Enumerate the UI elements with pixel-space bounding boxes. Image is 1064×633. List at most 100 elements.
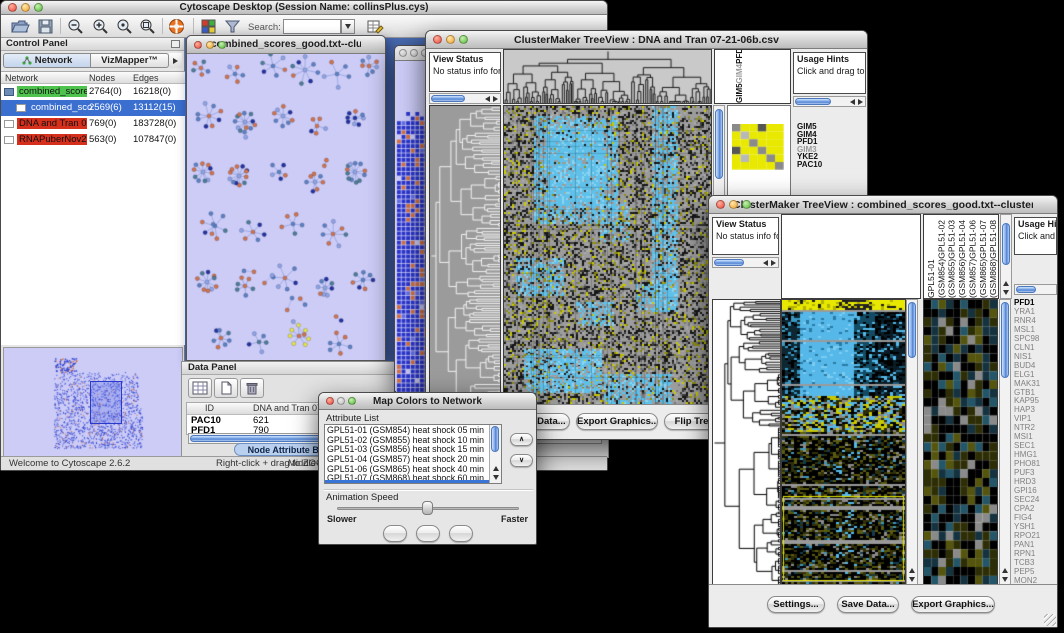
tab-network[interactable]: Network [3,53,91,68]
scroll-down-icon[interactable] [1002,577,1008,582]
close-button[interactable] [433,35,442,44]
zoom-heatmap[interactable] [923,299,998,586]
zoom-window-button[interactable] [742,200,751,209]
save-data-button[interactable]: Save Data... [837,596,899,613]
minimize-button[interactable] [446,35,455,44]
usage-hints-hscrollbar[interactable] [793,96,866,107]
minimize-button[interactable] [21,3,30,12]
overview-viewport-rectangle[interactable] [90,381,122,424]
open-folder-icon[interactable] [10,17,30,36]
scroll-left-icon[interactable] [850,99,855,105]
scroll-right-icon[interactable] [493,96,498,102]
minimize-button[interactable] [410,49,418,57]
dialog-button[interactable] [449,525,473,542]
network-graph-canvas[interactable] [187,54,385,360]
scroll-left-icon[interactable] [485,96,490,102]
export-graphics-button[interactable]: Export Graphics... [911,596,995,613]
import-table-icon[interactable] [365,17,385,36]
dialog-button[interactable] [383,525,407,542]
column-labels-vscrollbar[interactable] [1000,214,1012,299]
main-titlebar[interactable]: Cytoscape Desktop (Session Name: collins… [1,1,607,15]
attribute-list-item[interactable]: GPL51-02 (GSM855) heat shock 10 min [327,436,488,446]
global-heatmap[interactable] [781,299,906,586]
zoom-out-icon[interactable] [66,17,86,36]
treeview-combined-titlebar[interactable]: ClusterMaker TreeView : combined_scores_… [709,196,1057,214]
network-list-row[interactable]: DNA and Tran 07 769(0) 183728(0) [1,116,185,132]
network-view-titlebar[interactable]: combined_scores_good.txt--cluste... [187,36,385,54]
usage-hints-hscrollbar[interactable] [1014,284,1057,295]
row-dendrogram[interactable] [429,105,501,406]
scroll-right-icon[interactable] [771,260,776,266]
zoom-window-button[interactable] [34,3,43,12]
scroll-left-icon[interactable] [763,260,768,266]
attribute-list-vscrollbar[interactable] [489,425,501,483]
network-list-row[interactable]: RNAPuberNov2+ 563(0) 107847(0) [1,132,185,148]
move-down-button[interactable]: ∨ [510,454,533,467]
selected-attribute-partial-row[interactable] [325,480,489,483]
column-dendrogram[interactable] [503,49,712,104]
minimize-button[interactable] [337,397,345,405]
scroll-up-icon[interactable] [1003,281,1009,286]
attribute-list-item[interactable]: GPL51-06 (GSM865) heat shock 40 min [327,465,488,475]
export-graphics-button[interactable]: Export Graphics... [576,413,658,430]
scroll-up-icon[interactable] [493,466,499,471]
minimize-button[interactable] [206,41,214,49]
zoom-window-button[interactable] [459,35,468,44]
close-button[interactable] [326,397,334,405]
resize-grip[interactable] [1044,614,1056,626]
zoom-window-button[interactable] [218,41,226,49]
zoom-in-icon[interactable] [91,17,111,36]
tab-vizmapper[interactable]: VizMapper™ [91,53,169,68]
attribute-list[interactable]: GPL51-01 (GSM854) heat shock 05 minGPL51… [324,424,502,484]
network-name: RNAPuberNov2+ [17,134,87,145]
slower-label: Slower [327,514,357,524]
minimize-button[interactable] [729,200,738,209]
close-button[interactable] [194,41,202,49]
row-dendrogram[interactable] [712,299,781,586]
scroll-up-icon[interactable] [1002,568,1008,573]
zoom-fit-icon[interactable] [138,17,158,36]
slider-thumb[interactable] [422,501,433,515]
more-tabs-button[interactable] [169,53,182,68]
zoom-selected-icon[interactable] [115,17,135,36]
scroll-up-icon[interactable] [909,568,915,573]
search-input[interactable] [283,19,341,34]
column-dendrogram[interactable] [781,214,921,299]
dialog-button[interactable] [416,525,440,542]
close-button[interactable] [399,49,407,57]
network-list-header[interactable]: Network Nodes Edges [1,72,185,84]
network-list-row[interactable]: combined_scores 2764(0) 16218(0) [1,84,185,100]
attribute-list-item[interactable]: GPL51-04 (GSM857) heat shock 20 min [327,455,488,465]
help-lifesaver-icon[interactable] [167,17,187,36]
select-attributes-button[interactable] [188,378,212,398]
attribute-list-item[interactable]: GPL51-03 (GSM856) heat shock 15 min [327,445,488,455]
zoom-window-button[interactable] [348,397,356,405]
float-panel-icon[interactable] [171,40,180,48]
scroll-down-icon[interactable] [1003,290,1009,295]
save-icon[interactable] [36,17,56,36]
delete-attribute-button[interactable] [240,378,264,398]
view-status-hscrollbar[interactable] [712,257,779,268]
search-dropdown-button[interactable] [341,19,355,34]
heatmap-vscrollbar[interactable] [906,299,918,586]
scroll-down-icon[interactable] [493,475,499,480]
settings-button[interactable]: Settings... [767,596,825,613]
network-overview-panel[interactable] [3,347,183,457]
move-up-button[interactable]: ∧ [510,433,533,446]
close-button[interactable] [8,3,17,12]
scroll-down-icon[interactable] [909,577,915,582]
zoom-vscrollbar[interactable] [999,299,1011,586]
view-status-hscrollbar[interactable] [429,93,501,104]
scroll-right-icon[interactable] [858,99,863,105]
filter-funnel-icon[interactable] [223,17,243,36]
network-edges-count: 13112(15) [133,102,176,113]
network-list-row[interactable]: combined_sco 2569(6) 13112(15) [1,100,185,116]
global-heatmap[interactable] [503,105,712,406]
new-attribute-button[interactable] [214,378,238,398]
attribute-list-item[interactable]: GPL51-01 (GSM854) heat shock 05 min [327,426,488,436]
dialog-titlebar[interactable]: Map Colors to Network [319,393,536,410]
treeview-dna-titlebar[interactable]: ClusterMaker TreeView : DNA and Tran 07-… [426,31,867,49]
close-button[interactable] [716,200,725,209]
zoom-heatmap[interactable] [732,124,784,170]
visual-styles-icon[interactable] [199,17,219,36]
